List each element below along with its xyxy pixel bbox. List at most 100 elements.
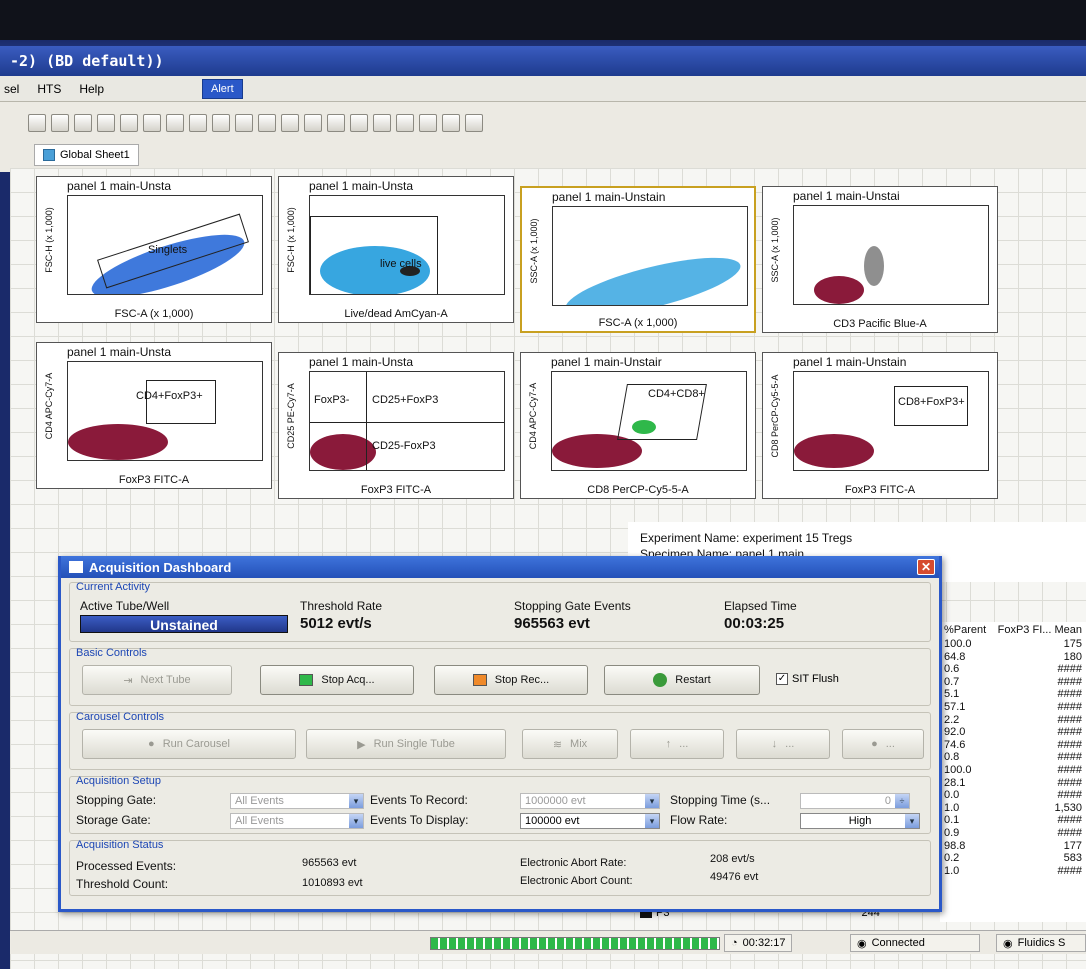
threshold-label: Threshold Rate <box>300 599 383 613</box>
stopping-gate-events: 965563 evt <box>514 615 590 632</box>
mix-icon: ≋ <box>552 738 563 751</box>
dot-icon: ● <box>871 738 878 750</box>
table-row: 57.1 #### <box>940 701 1086 714</box>
plot-3[interactable]: panel 1 main-Unstain SSC-A (x 1,000) FSC… <box>520 186 756 333</box>
chevron-down-icon: ▾ <box>645 814 659 828</box>
plot-area: CD8+FoxP3+ <box>793 371 989 471</box>
cell-parent: 0.2 <box>944 852 960 865</box>
green-status-icon <box>299 674 314 686</box>
plot-area: Singlets <box>67 195 263 295</box>
alert-button[interactable]: Alert <box>202 78 243 99</box>
cell-mean: #### <box>1057 776 1082 789</box>
line-icon[interactable] <box>350 114 368 132</box>
tab-global-sheet[interactable]: Global Sheet1 <box>34 144 139 166</box>
population-blob <box>794 434 874 468</box>
run-single-tube-button[interactable]: ▶ Run Single Tube <box>306 729 506 759</box>
run-carousel-button[interactable]: ● Run Carousel <box>82 729 296 759</box>
cell-mean: #### <box>1057 675 1082 688</box>
histogram-icon[interactable] <box>143 114 161 132</box>
next-tube-button[interactable]: ⇥ Next Tube <box>82 665 232 695</box>
plot-area: FoxP3- CD25+FoxP3 CD25-FoxP3 <box>309 371 505 471</box>
checkbox-icon: ✓ <box>776 673 788 685</box>
cell-mean: 175 <box>1063 638 1082 650</box>
gate-cd4-foxp3[interactable] <box>146 380 216 424</box>
acquisition-dashboard: Acquisition Dashboard ✕ Current Activity… <box>58 556 942 912</box>
cell-parent: 64.8 <box>944 650 966 663</box>
plot-area <box>793 205 989 305</box>
gate-rect-icon[interactable] <box>212 114 230 132</box>
carousel-button-6[interactable]: ●... <box>842 729 924 759</box>
group-title: Carousel Controls <box>76 711 165 723</box>
elapsed-time: 00:03:25 <box>724 615 785 632</box>
close-icon[interactable]: ✕ <box>917 559 935 575</box>
stopping-label: Stopping Gate Events <box>514 599 631 613</box>
grid-icon[interactable] <box>281 114 299 132</box>
sit-flush-checkbox[interactable]: ✓ SIT Flush <box>776 673 839 685</box>
restart-button[interactable]: Restart <box>604 665 760 695</box>
cell-parent: 57.1 <box>944 700 966 713</box>
events-to-display-select[interactable]: 100000 evt ▾ <box>520 813 660 829</box>
mix-button[interactable]: ≋ Mix <box>522 729 618 759</box>
button-label: Stop Acq... <box>321 674 375 686</box>
cell-parent: 74.6 <box>944 738 966 751</box>
stopping-time-input[interactable]: 0 ÷ <box>800 793 910 809</box>
save-icon[interactable] <box>28 114 46 132</box>
align-right-icon[interactable] <box>442 114 460 132</box>
align-center-icon[interactable] <box>419 114 437 132</box>
plot-ylabel: FSC-H (x 1,000) <box>44 207 54 273</box>
carousel-button-5[interactable]: ↓... <box>736 729 830 759</box>
flow-rate-select[interactable]: High ▾ <box>800 813 920 829</box>
flow-rate-label: Flow Rate: <box>670 813 728 827</box>
menu-item-help[interactable]: Help <box>79 82 104 96</box>
gate-live-cells[interactable] <box>310 216 438 294</box>
acquisition-status-group: Acquisition Status Processed Events: 965… <box>69 839 931 896</box>
gate-poly-icon[interactable] <box>235 114 253 132</box>
menu-item-sel[interactable]: sel <box>4 82 19 96</box>
menu-item-hts[interactable]: HTS <box>37 82 61 96</box>
population-blob <box>68 424 168 460</box>
plot-7[interactable]: panel 1 main-Unstair CD4 APC-Cy7-A CD4+C… <box>520 352 756 499</box>
population-blob <box>814 276 864 304</box>
col-parent: %Parent <box>944 624 987 636</box>
events-to-record-select[interactable]: 1000000 evt ▾ <box>520 793 660 809</box>
plot-4[interactable]: panel 1 main-Unstai SSC-A (x 1,000) CD3 … <box>762 186 998 333</box>
align-left-icon[interactable] <box>396 114 414 132</box>
cell-mean: #### <box>1057 738 1082 751</box>
zoom-out-icon[interactable] <box>189 114 207 132</box>
carousel-button-4[interactable]: ↑... <box>630 729 724 759</box>
table-icon[interactable] <box>304 114 322 132</box>
plot-5[interactable]: panel 1 main-Unsta CD4 APC-Cy7-A CD4+Fox… <box>36 342 272 489</box>
cell-parent: 0.6 <box>944 663 960 676</box>
storage-gate-select[interactable]: All Events ▾ <box>230 813 364 829</box>
stop-acquire-button[interactable]: Stop Acq... <box>260 665 414 695</box>
contour-icon[interactable] <box>120 114 138 132</box>
clock-icon: ◔ <box>731 937 738 949</box>
fluidics-label: Fluidics S <box>1017 937 1066 949</box>
arrow-icon: ↓ <box>771 738 778 750</box>
plot-2[interactable]: panel 1 main-Unsta FSC-H (x 1,000) live … <box>278 176 514 323</box>
statistics-table: %Parent FoxP3 FI... Mean 100.0 175 64.8 180… <box>940 622 1086 922</box>
table-row: 100.0 #### <box>940 764 1086 777</box>
processed-label: Processed Events: <box>76 859 177 873</box>
gate-quad-icon[interactable] <box>258 114 276 132</box>
pointer-icon[interactable] <box>74 114 92 132</box>
text-icon[interactable] <box>373 114 391 132</box>
stop-record-button[interactable]: Stop Rec... <box>434 665 588 695</box>
cell-parent: 2.2 <box>944 713 960 726</box>
layout-icon[interactable] <box>327 114 345 132</box>
plot-title: panel 1 main-Unstain <box>793 355 907 369</box>
print-icon[interactable] <box>51 114 69 132</box>
checkbox-label: SIT Flush <box>792 673 839 685</box>
distribute-icon[interactable] <box>465 114 483 132</box>
stopping-gate-select[interactable]: All Events ▾ <box>230 793 364 809</box>
select-value: 100000 evt <box>525 815 580 827</box>
zoom-in-icon[interactable] <box>166 114 184 132</box>
plot-6[interactable]: panel 1 main-Unsta CD25 PE-Cy7-A FoxP3- … <box>278 352 514 499</box>
table-row: 100.0 175 <box>940 638 1086 651</box>
plot-1[interactable]: panel 1 main-Unsta FSC-H (x 1,000) Singl… <box>36 176 272 323</box>
toolbar <box>28 114 483 132</box>
dotplot-icon[interactable] <box>97 114 115 132</box>
toolbar-area: Global Sheet1 <box>0 102 1086 172</box>
table-row: 5.1 #### <box>940 688 1086 701</box>
plot-8[interactable]: panel 1 main-Unstain CD8 PerCP-Cy5-5-A C… <box>762 352 998 499</box>
